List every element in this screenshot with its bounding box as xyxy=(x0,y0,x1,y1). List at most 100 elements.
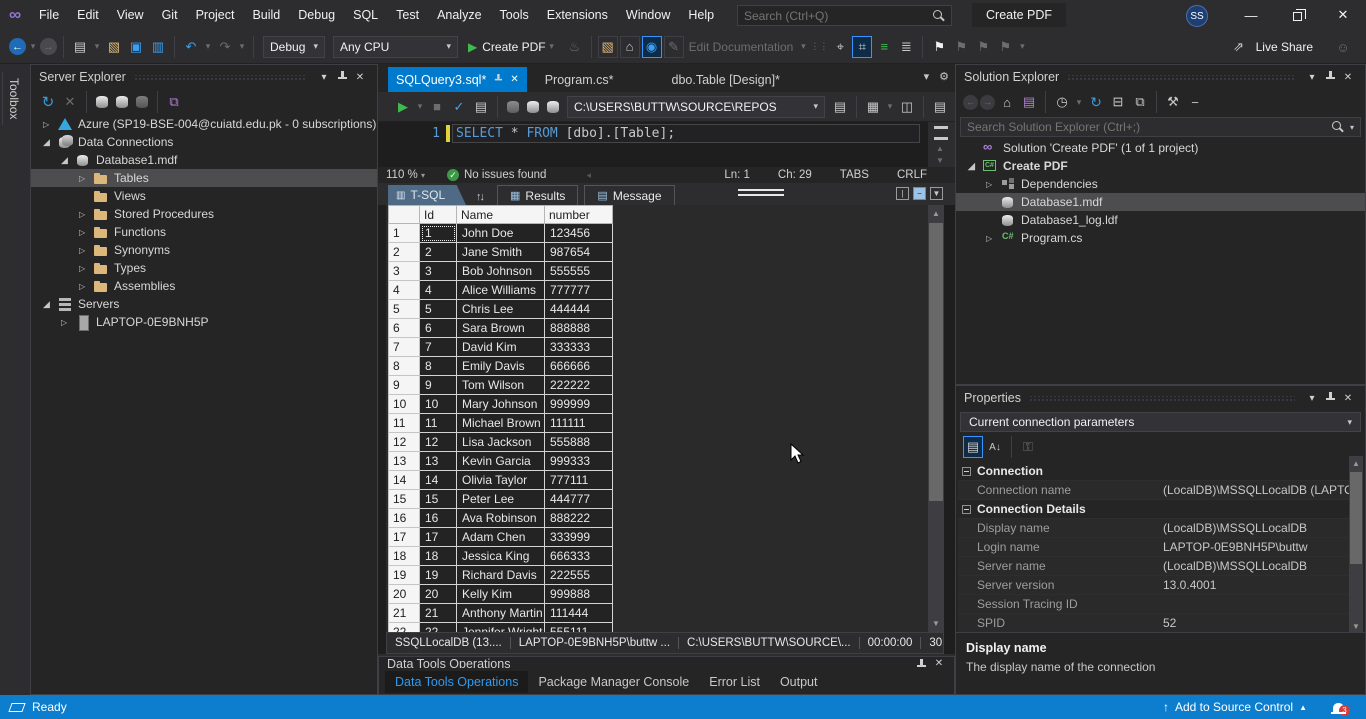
scroll-down-icon[interactable]: ▼ xyxy=(1349,622,1363,631)
navigate-back-dropdown[interactable]: ▾ xyxy=(28,36,38,58)
execute-query-button[interactable]: ▶ xyxy=(393,96,413,118)
connection-path-dropdown[interactable]: C:\USERS\BUTTW\SOURCE\REPOS ▾ xyxy=(567,96,825,118)
properties-wrench-button[interactable]: ⚒ xyxy=(1163,91,1183,113)
cell-number[interactable]: 555555 xyxy=(545,262,613,281)
results-splitter-handle[interactable] xyxy=(738,189,784,196)
issues-status-icon[interactable]: ✓ xyxy=(447,169,459,181)
table-row[interactable]: 11 11 Michael Brown 111111 xyxy=(388,414,613,433)
vertical-split-view-button[interactable]: | xyxy=(896,187,909,200)
row-header[interactable]: 4 xyxy=(388,281,420,300)
property-value[interactable]: 52 xyxy=(1163,616,1176,630)
code-editor[interactable]: 1 SELECT * FROM [dbo].[Table]; xyxy=(378,122,928,167)
cell-number[interactable]: 555888 xyxy=(545,433,613,452)
table-row[interactable]: 10 10 Mary Johnson 999999 xyxy=(388,395,613,414)
scroll-up-icon[interactable]: ▲ xyxy=(936,144,944,153)
new-query-button[interactable]: ▤ xyxy=(830,96,850,118)
property-value[interactable]: LAPTOP-0E9BNH5P\buttw xyxy=(1163,540,1308,554)
property-value[interactable]: (LocalDB)\MSSQLLocalDB xyxy=(1163,521,1307,535)
table-row[interactable]: 9 9 Tom Wilson 222222 xyxy=(388,376,613,395)
property-row[interactable]: SPID 52 xyxy=(958,614,1351,633)
notifications-bell-icon[interactable]: 3 xyxy=(1333,703,1344,712)
change-connection-icon[interactable] xyxy=(527,101,539,113)
row-header[interactable]: 18 xyxy=(388,547,420,566)
cell-number[interactable]: 777111 xyxy=(545,471,613,490)
tab-sqlquery3[interactable]: SQLQuery3.sql* ✕ xyxy=(388,67,527,92)
tree-item[interactable]: Types xyxy=(31,259,377,277)
tree-item[interactable]: Database1.mdf xyxy=(956,193,1365,211)
grid-corner-header[interactable] xyxy=(388,205,420,224)
close-panel-button[interactable]: ✕ xyxy=(351,72,369,83)
cell-id[interactable]: 21 xyxy=(420,604,457,623)
tree-expander-icon[interactable] xyxy=(43,299,57,310)
tree-expander-icon[interactable] xyxy=(79,264,93,273)
navigate-forward-button[interactable]: → xyxy=(40,38,57,55)
generate-script-button[interactable]: ▤ xyxy=(471,96,491,118)
tree-item[interactable]: Database1.mdf xyxy=(31,151,377,169)
cell-id[interactable]: 3 xyxy=(420,262,457,281)
redo-button[interactable]: ↷ xyxy=(215,36,235,58)
find-in-files-button[interactable]: ▧ xyxy=(598,36,618,58)
cell-id[interactable]: 14 xyxy=(420,471,457,490)
results-grid-button[interactable]: ▦ xyxy=(863,96,883,118)
tree-item[interactable]: Views xyxy=(31,187,377,205)
search-icon[interactable] xyxy=(1330,120,1344,134)
close-button[interactable]: ✕ xyxy=(1320,0,1366,30)
tree-item[interactable]: Servers xyxy=(31,295,377,313)
row-header[interactable]: 19 xyxy=(388,566,420,585)
hot-reload-button[interactable]: ♨ xyxy=(565,36,585,58)
properties-scrollbar[interactable]: ▲ ▼ xyxy=(1349,456,1363,634)
tree-expander-icon[interactable] xyxy=(79,210,93,219)
results-tab[interactable]: ▦ Results xyxy=(497,185,578,205)
filter-dropdown[interactable]: ▾ xyxy=(1074,91,1084,113)
properties-object-dropdown[interactable]: Current connection parameters ▾ xyxy=(960,412,1361,432)
alphabetical-sort-button[interactable]: A↓ xyxy=(985,436,1005,458)
tree-item[interactable]: Tables xyxy=(31,169,377,187)
cell-name[interactable]: Adam Chen xyxy=(457,528,545,547)
cell-number[interactable]: 777777 xyxy=(545,281,613,300)
tree-expander-icon[interactable] xyxy=(968,161,982,172)
menu-item[interactable]: View xyxy=(108,0,153,30)
categorized-view-button[interactable]: ▤ xyxy=(963,436,983,458)
cell-name[interactable]: Tom Wilson xyxy=(457,376,545,395)
cell-id[interactable]: 2 xyxy=(420,243,457,262)
solution-search-box[interactable]: ▾ xyxy=(960,117,1361,137)
debug-configuration-dropdown[interactable]: Debug▾ xyxy=(263,36,325,58)
cell-name[interactable]: Peter Lee xyxy=(457,490,545,509)
run-to-cursor-button[interactable]: ⌖ xyxy=(830,36,850,58)
solution-search-input[interactable] xyxy=(961,120,1330,134)
tree-item[interactable]: LAPTOP-0E9BNH5P xyxy=(31,313,377,331)
sync-with-cursor-button[interactable]: ⌗ xyxy=(852,36,872,58)
row-header[interactable]: 17 xyxy=(388,528,420,547)
property-row[interactable]: Server version 13.0.4001 xyxy=(958,576,1351,595)
cell-number[interactable]: 444444 xyxy=(545,300,613,319)
tab-dbo-table-design[interactable]: dbo.Table [Design]* xyxy=(664,67,788,92)
cell-name[interactable]: Bob Johnson xyxy=(457,262,545,281)
data-compare-icon[interactable]: ⧉ xyxy=(164,91,184,113)
pin-panel-button[interactable] xyxy=(912,658,930,673)
feedback-icon[interactable]: ☺ xyxy=(1333,36,1353,58)
navigate-back-button[interactable]: ← xyxy=(9,38,26,55)
table-row[interactable]: 8 8 Emily Davis 666666 xyxy=(388,357,613,376)
zoom-level-dropdown[interactable]: 110 % ▾ xyxy=(378,169,433,181)
cell-id[interactable]: 6 xyxy=(420,319,457,338)
issues-status-label[interactable]: No issues found xyxy=(464,169,546,181)
save-button[interactable]: ▣ xyxy=(126,36,146,58)
property-row[interactable]: Display name (LocalDB)\MSSQLLocalDB xyxy=(958,519,1351,538)
cell-name[interactable]: John Doe xyxy=(457,224,545,243)
row-header[interactable]: 22 xyxy=(388,623,420,632)
hscroll-left-icon[interactable]: ◂ xyxy=(586,170,591,181)
row-header[interactable]: 12 xyxy=(388,433,420,452)
save-all-button[interactable]: ▥ xyxy=(148,36,168,58)
quick-search-box[interactable] xyxy=(737,5,952,26)
menu-item[interactable]: Window xyxy=(617,0,679,30)
cell-number[interactable]: 333333 xyxy=(545,338,613,357)
toolbox-tab[interactable]: Toolbox xyxy=(2,72,25,125)
edit-documentation-icon[interactable]: ✎ xyxy=(664,36,684,58)
collapse-icon[interactable] xyxy=(962,505,971,514)
table-row[interactable]: 16 16 Ava Robinson 888222 xyxy=(388,509,613,528)
query-options-button[interactable]: ▤ xyxy=(930,96,950,118)
add-to-source-control-button[interactable]: ↑ Add to Source Control ▲ xyxy=(1163,700,1307,714)
live-share-icon[interactable]: ⇗ xyxy=(1229,36,1249,58)
cell-number[interactable]: 222222 xyxy=(545,376,613,395)
row-header[interactable]: 6 xyxy=(388,319,420,338)
